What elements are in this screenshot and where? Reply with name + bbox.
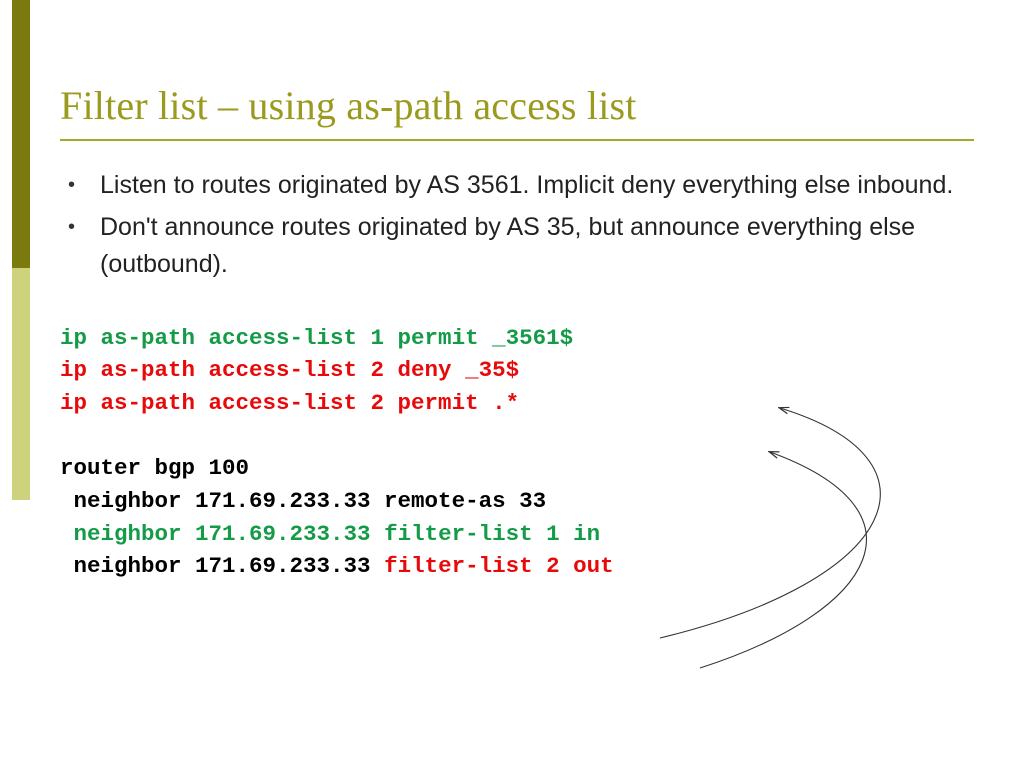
- code-line: neighbor 171.69.233.33 remote-as 33: [60, 488, 546, 514]
- code-line: neighbor 171.69.233.33 filter-list 1 in: [74, 521, 601, 547]
- slide-title: Filter list – using as-path access list: [60, 82, 974, 141]
- code-line: ip as-path access-list 2 deny _35$: [60, 357, 519, 383]
- code-line: filter-list 2 out: [384, 553, 614, 579]
- bullet-list: Listen to routes originated by AS 3561. …: [60, 167, 974, 282]
- code-line: router bgp 100: [60, 455, 249, 481]
- code-line-prefix: neighbor 171.69.233.33: [60, 553, 384, 579]
- bullet-item: Listen to routes originated by AS 3561. …: [68, 167, 974, 203]
- code-line: ip as-path access-list 2 permit .*: [60, 390, 519, 416]
- bullet-item: Don't announce routes originated by AS 3…: [68, 209, 974, 282]
- slide-content: Filter list – using as-path access list …: [60, 82, 974, 583]
- code-line-prefix: [60, 521, 74, 547]
- accent-bar-dark: [12, 0, 30, 268]
- accent-bar-light: [12, 268, 30, 500]
- slide: Filter list – using as-path access list …: [0, 0, 1024, 768]
- code-block: ip as-path access-list 1 permit _3561$ i…: [60, 322, 974, 583]
- code-line: ip as-path access-list 1 permit _3561$: [60, 325, 573, 351]
